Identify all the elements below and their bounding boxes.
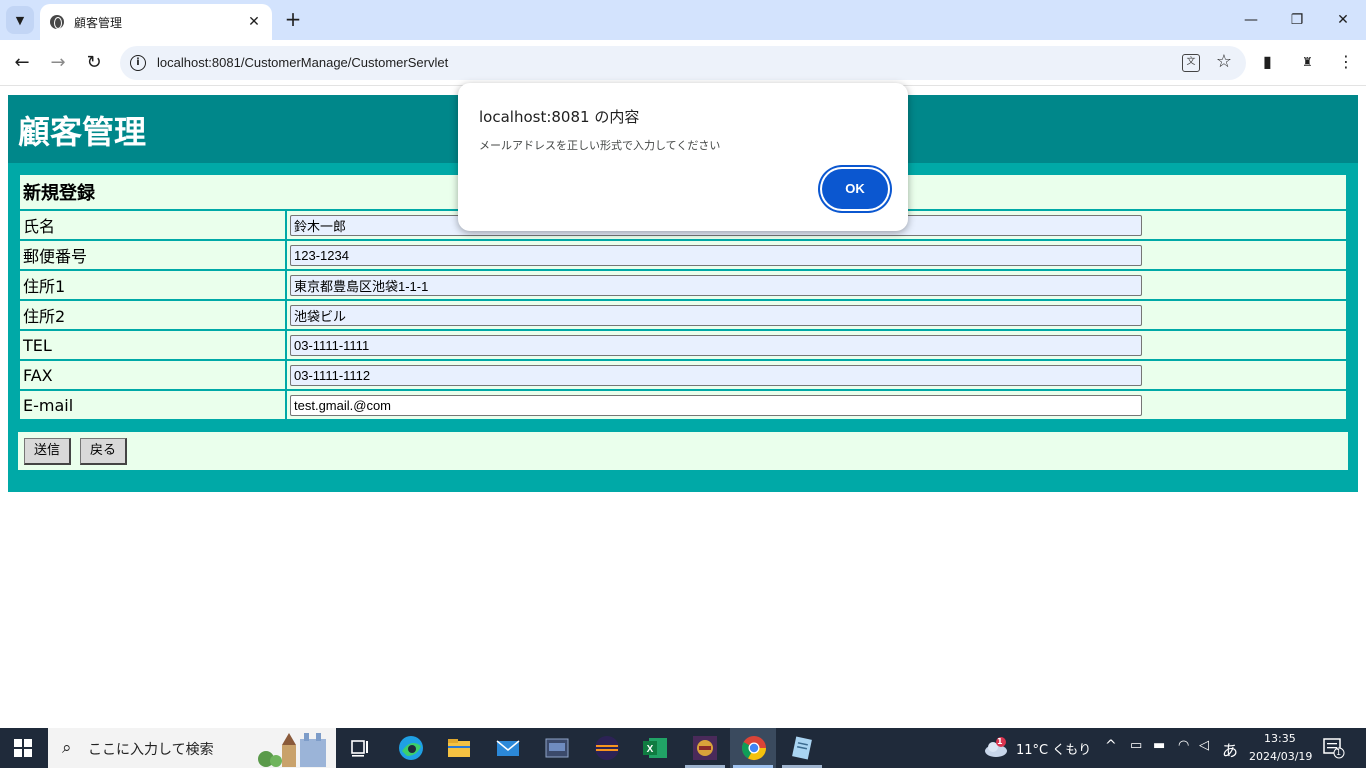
bookmark-star-icon[interactable]: ☆ (1216, 52, 1232, 72)
excel-icon[interactable]: X (641, 734, 669, 762)
field-row-address2: 住所2 (20, 301, 1346, 329)
meet-now-icon[interactable]: ▭ (1130, 738, 1142, 753)
field-label: 郵便番号 (20, 241, 285, 269)
weather-cloud-icon[interactable] (982, 736, 1010, 760)
forward-arrow-icon[interactable]: → (45, 50, 71, 76)
tab-close-button[interactable]: ✕ (244, 14, 264, 30)
taskbar: ⌕ ここに入力して検索 X 1 11°C くもり ^ ▭ ▬ ◠ ◁ あ 13:… (0, 728, 1366, 768)
field-label: FAX (20, 361, 285, 389)
tel-input[interactable] (290, 334, 1142, 356)
field-row-tel: TEL (20, 331, 1346, 359)
field-label: 住所2 (20, 301, 285, 329)
svg-text:X: X (647, 744, 654, 755)
page-title: 顧客管理 (18, 113, 147, 151)
field-row-postal: 郵便番号 (20, 241, 1346, 269)
address-bar[interactable]: i localhost:8081/CustomerManage/Customer… (120, 46, 1246, 80)
field-label: E-mail (20, 391, 285, 419)
tab-active[interactable]: 顧客管理 ✕ (40, 4, 272, 40)
app-window-icon[interactable] (543, 734, 571, 762)
tab-search-button[interactable]: ▼ (6, 6, 34, 34)
weather-text[interactable]: 11°C くもり (1016, 739, 1091, 758)
field-label: 氏名 (20, 211, 285, 239)
weather-badge: 1 (997, 737, 1003, 746)
email-input[interactable] (290, 394, 1142, 416)
search-highlight-illustration-icon (256, 731, 332, 767)
dialog-message: メールアドレスを正しい形式で入力してください (479, 139, 721, 152)
back-button[interactable]: 戻る (80, 438, 128, 465)
postal-code-input[interactable] (290, 244, 1142, 266)
submit-button[interactable]: 送信 (24, 438, 72, 465)
menu-kebab-icon[interactable]: ⋮ (1338, 52, 1354, 72)
minimize-button[interactable]: — (1236, 6, 1266, 34)
windows-start-icon[interactable] (14, 739, 32, 757)
address2-input[interactable] (290, 304, 1142, 326)
button-row: 送信 戻る (18, 432, 1348, 470)
chevron-up-icon[interactable]: ^ (1105, 738, 1117, 754)
search-icon: ⌕ (62, 738, 72, 758)
eclipse-icon[interactable] (593, 734, 621, 762)
browser-toolbar: ← → ↻ i localhost:8081/CustomerManage/Cu… (0, 40, 1366, 86)
alert-dialog: localhost:8081 の内容 メールアドレスを正しい形式で入力してくださ… (458, 83, 908, 231)
ok-button[interactable]: OK (822, 169, 888, 209)
taskbar-search[interactable]: ⌕ ここに入力して検索 (48, 728, 336, 768)
clock-time[interactable]: 13:35 (1264, 732, 1296, 745)
window-close-button[interactable]: ✕ (1328, 6, 1358, 34)
side-panel-icon[interactable]: ▮ (1263, 52, 1272, 72)
address1-input[interactable] (290, 274, 1142, 296)
mail-icon[interactable] (494, 734, 522, 762)
site-info-icon[interactable]: i (130, 55, 146, 71)
file-explorer-icon[interactable] (445, 734, 473, 762)
translate-icon[interactable]: 文 (1182, 54, 1200, 72)
battery-icon[interactable]: ▬ (1153, 738, 1165, 753)
tab-title: 顧客管理 (74, 15, 123, 30)
fax-input[interactable] (290, 364, 1142, 386)
clock-date[interactable]: 2024/03/19 (1249, 750, 1312, 763)
field-row-address1: 住所1 (20, 271, 1346, 299)
edge-browser-icon[interactable] (397, 734, 425, 762)
notification-center-icon[interactable] (1322, 737, 1346, 759)
globe-icon (50, 15, 64, 29)
extension-icon[interactable]: ♜ (1302, 52, 1313, 72)
notepad-icon[interactable] (788, 734, 816, 762)
reload-icon[interactable]: ↻ (81, 50, 107, 76)
chrome-icon[interactable] (740, 734, 768, 762)
tab-strip: ▼ 顧客管理 ✕ + — ❐ ✕ (0, 0, 1366, 40)
back-arrow-icon[interactable]: ← (9, 50, 35, 76)
search-placeholder: ここに入力して検索 (88, 742, 214, 758)
field-row-email: E-mail (20, 391, 1346, 419)
wifi-icon[interactable]: ◠ (1178, 738, 1189, 753)
volume-icon[interactable]: ◁ (1199, 738, 1209, 753)
ime-mode-indicator[interactable]: あ (1222, 737, 1238, 761)
field-label: 住所1 (20, 271, 285, 299)
dialog-title: localhost:8081 の内容 (479, 108, 640, 126)
game-app-icon[interactable] (691, 734, 719, 762)
url-text[interactable]: localhost:8081/CustomerManage/CustomerSe… (157, 55, 448, 70)
notification-count: 1 (1336, 748, 1342, 757)
new-tab-button[interactable]: + (282, 8, 304, 30)
field-label: TEL (20, 331, 285, 359)
field-row-fax: FAX (20, 361, 1346, 389)
restore-button[interactable]: ❐ (1282, 6, 1312, 34)
task-view-icon[interactable] (346, 736, 374, 760)
